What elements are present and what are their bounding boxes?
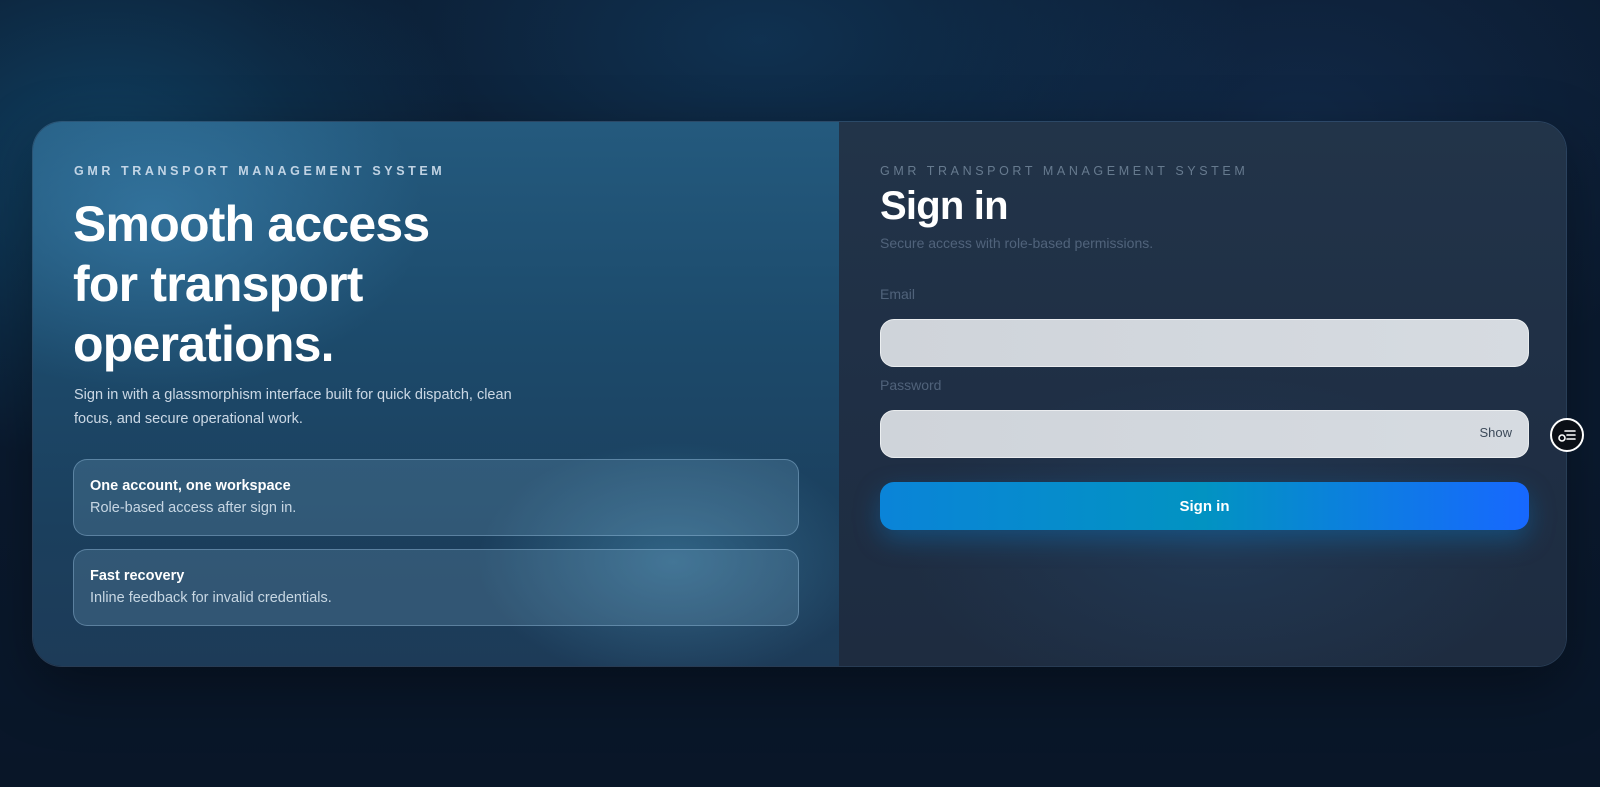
feature-card: One account, one workspace Role-based ac…	[73, 459, 799, 536]
feature-card: Fast recovery Inline feedback for invali…	[73, 549, 799, 626]
login-card: GMR TRANSPORT MANAGEMENT SYSTEM Smooth a…	[32, 121, 1567, 667]
form-title: Sign in	[880, 184, 1009, 228]
show-password-button[interactable]: Show	[1479, 425, 1512, 440]
hero-headline: Smooth access for transport operations.	[73, 194, 593, 374]
floating-settings-button[interactable]	[1550, 418, 1584, 452]
feature-title: One account, one workspace	[90, 478, 291, 494]
headline-line-3: operations.	[73, 316, 334, 372]
sign-in-panel: GMR TRANSPORT MANAGEMENT SYSTEM Sign in …	[839, 122, 1566, 666]
sign-in-button[interactable]: Sign in	[880, 482, 1529, 530]
email-field[interactable]	[880, 319, 1529, 367]
password-field[interactable]: Show	[880, 410, 1529, 458]
email-label: Email	[880, 286, 916, 302]
form-eyebrow: GMR TRANSPORT MANAGEMENT SYSTEM	[880, 164, 1249, 178]
hero-lead: Sign in with a glassmorphism interface b…	[74, 387, 512, 427]
hero-panel: GMR TRANSPORT MANAGEMENT SYSTEM Smooth a…	[33, 122, 839, 666]
password-label: Password	[880, 377, 942, 393]
settings-list-icon	[1558, 430, 1576, 442]
feature-title: Fast recovery	[90, 568, 185, 584]
form-subtitle: Secure access with role-based permission…	[880, 235, 1154, 251]
feature-description: Role-based access after sign in.	[90, 500, 297, 516]
feature-description: Inline feedback for invalid credentials.	[90, 590, 332, 606]
headline-line-2: for transport	[73, 256, 363, 312]
hero-eyebrow: GMR TRANSPORT MANAGEMENT SYSTEM	[74, 164, 446, 178]
headline-line-1: Smooth access	[73, 196, 430, 252]
